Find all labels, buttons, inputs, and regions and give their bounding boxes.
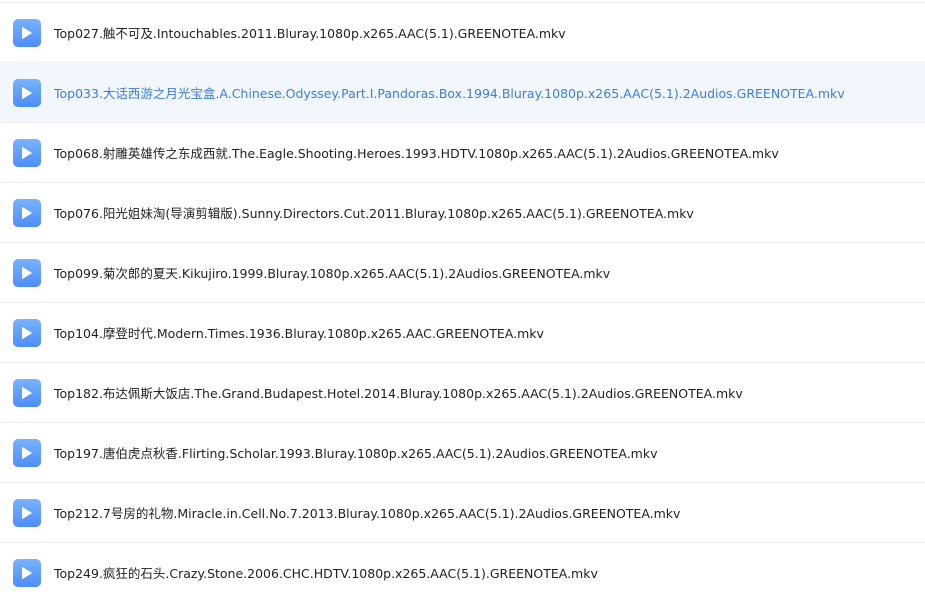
file-name: Top033.大话西游之月光宝盒.A.Chinese.Odyssey.Part.… (54, 86, 845, 101)
file-row[interactable]: Top104.摩登时代.Modern.Times.1936.Bluray.108… (0, 303, 925, 363)
video-play-icon (13, 498, 41, 527)
file-name: Top076.阳光姐妹淘(导演剪辑版).Sunny.Directors.Cut.… (54, 206, 694, 221)
video-play-icon (13, 198, 41, 227)
file-row[interactable]: Top212.7号房的礼物.Miracle.in.Cell.No.7.2013.… (0, 483, 925, 543)
file-row[interactable]: Top099.菊次郎的夏天.Kikujiro.1999.Bluray.1080p… (0, 243, 925, 303)
video-play-icon (13, 318, 41, 347)
file-name: Top099.菊次郎的夏天.Kikujiro.1999.Bluray.1080p… (54, 266, 611, 281)
file-row[interactable]: Top068.射雕英雄传之东成西就.The.Eagle.Shooting.Her… (0, 123, 925, 183)
file-name: Top104.摩登时代.Modern.Times.1936.Bluray.108… (54, 326, 544, 341)
file-row[interactable]: Top197.唐伯虎点秋香.Flirting.Scholar.1993.Blur… (0, 423, 925, 483)
file-name: Top212.7号房的礼物.Miracle.in.Cell.No.7.2013.… (54, 506, 681, 521)
video-play-icon (13, 438, 41, 467)
file-name: Top068.射雕英雄传之东成西就.The.Eagle.Shooting.Her… (54, 146, 779, 161)
file-list: Top027.触不可及.Intouchables.2011.Bluray.108… (0, 0, 925, 598)
video-play-icon (13, 18, 41, 47)
video-play-icon (13, 258, 41, 287)
file-row[interactable]: Top033.大话西游之月光宝盒.A.Chinese.Odyssey.Part.… (0, 63, 925, 123)
file-row[interactable]: Top076.阳光姐妹淘(导演剪辑版).Sunny.Directors.Cut.… (0, 183, 925, 243)
file-name: Top182.布达佩斯大饭店.The.Grand.Budapest.Hotel.… (54, 386, 743, 401)
file-name: Top197.唐伯虎点秋香.Flirting.Scholar.1993.Blur… (54, 446, 658, 461)
file-row[interactable]: Top027.触不可及.Intouchables.2011.Bluray.108… (0, 3, 925, 63)
video-play-icon (13, 558, 41, 587)
file-name: Top027.触不可及.Intouchables.2011.Bluray.108… (54, 26, 566, 41)
video-play-icon (13, 78, 41, 107)
file-name: Top249.疯狂的石头.Crazy.Stone.2006.CHC.HDTV.1… (54, 566, 598, 581)
file-row[interactable]: Top249.疯狂的石头.Crazy.Stone.2006.CHC.HDTV.1… (0, 543, 925, 598)
file-row[interactable]: Top182.布达佩斯大饭店.The.Grand.Budapest.Hotel.… (0, 363, 925, 423)
video-play-icon (13, 378, 41, 407)
video-play-icon (13, 138, 41, 167)
